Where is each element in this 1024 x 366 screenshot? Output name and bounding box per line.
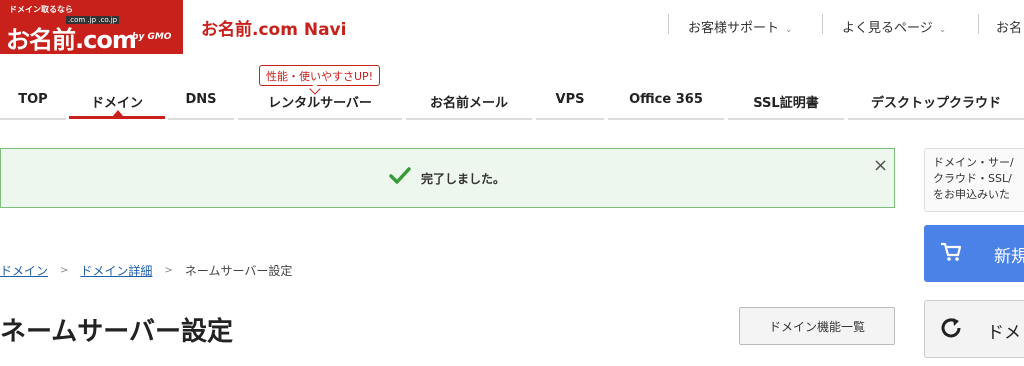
nav-underline	[0, 118, 66, 120]
header-link-label: よく見るページ	[842, 21, 933, 36]
nav-active-indicator	[69, 116, 165, 119]
nav-label: Office 365	[629, 92, 703, 107]
nav-underline	[168, 118, 234, 120]
nav-underline	[728, 118, 844, 120]
header-link-support[interactable]: お客様サポート ⌄	[688, 17, 793, 36]
nav-label: レンタルサーバー	[268, 96, 372, 111]
cart-icon	[941, 242, 962, 261]
refresh-icon	[941, 318, 961, 338]
page-title: ネームサーバー設定	[0, 317, 233, 347]
chevron-down-icon: ⌄	[938, 25, 947, 35]
breadcrumb-current: ネームサーバー設定	[184, 264, 293, 278]
logo-tagline: ドメイン取るなら	[9, 5, 73, 14]
nav-rental-server[interactable]: レンタルサーバー	[238, 84, 402, 120]
logo-by: by GMO	[132, 32, 172, 42]
sidebar-note-line: ドメイン・サー/	[933, 156, 1014, 169]
domain-functions-button[interactable]: ドメイン機能一覧	[739, 307, 895, 345]
alert-message: 完了しました。	[421, 172, 506, 186]
nav-underline	[536, 118, 604, 120]
header-divider	[822, 14, 823, 34]
logo-name: お名前.com	[6, 26, 137, 54]
nav-label: DNS	[185, 92, 217, 107]
nav-underline	[406, 118, 532, 120]
nav-vps[interactable]: VPS	[536, 84, 604, 120]
header-divider	[978, 14, 979, 34]
domain-renew-button[interactable]: ドメ	[924, 300, 1024, 358]
sidebar-note-line: をお申込みいた	[933, 188, 1010, 201]
sidebar-note-line: クラウド・SSL/	[933, 172, 1012, 185]
breadcrumb-link-domain[interactable]: ドメイン	[0, 262, 48, 279]
sidebar-note: ドメイン・サー/ クラウド・SSL/ をお申込みいた	[924, 148, 1024, 212]
breadcrumb: ドメイン > ドメイン詳細 > ネームサーバー設定	[0, 262, 292, 279]
new-order-label: 新規	[994, 247, 1024, 267]
nav-top[interactable]: TOP	[0, 84, 66, 120]
check-icon	[389, 167, 411, 184]
chevron-down-icon: ⌄	[785, 25, 793, 35]
nav-label: ドメイン	[90, 96, 143, 111]
new-order-button[interactable]: 新規	[924, 225, 1024, 282]
nav-label: SSL証明書	[753, 96, 819, 111]
app-title: お名前.com Navi	[201, 20, 347, 40]
header-link-label: お名	[996, 21, 1023, 36]
success-alert: 完了しました。 ×	[0, 148, 895, 208]
header-link-label: お客様サポート	[688, 21, 780, 36]
nav-underline	[238, 118, 402, 120]
domain-renew-label: ドメ	[987, 323, 1021, 343]
close-icon[interactable]: ×	[873, 155, 888, 176]
breadcrumb-separator: >	[60, 265, 69, 276]
nav-label: お名前メール	[429, 96, 508, 111]
nav-dns[interactable]: DNS	[168, 84, 234, 120]
header-divider	[668, 14, 669, 34]
nav-office365[interactable]: Office 365	[608, 84, 724, 120]
promo-badge: 性能・使いやすさUP!	[259, 65, 381, 86]
nav-desktop-cloud[interactable]: デスクトップクラウド	[848, 84, 1024, 120]
nav-ssl[interactable]: SSL証明書	[728, 84, 844, 120]
nav-label: TOP	[18, 92, 48, 107]
logo[interactable]: ドメイン取るなら .com .jp .co.jp お名前.com by GMO	[0, 0, 183, 54]
nav-underline	[848, 118, 1024, 120]
breadcrumb-separator: >	[164, 265, 173, 276]
nav-label: デスクトップクラウド	[870, 96, 1001, 111]
nav-label: VPS	[555, 92, 585, 107]
breadcrumb-link-domain-detail[interactable]: ドメイン詳細	[80, 262, 152, 279]
nav-mail[interactable]: お名前メール	[406, 84, 532, 120]
header-link-account[interactable]: お名	[996, 17, 1022, 36]
header-link-frequent[interactable]: よく見るページ ⌄	[842, 17, 946, 36]
nav-underline	[608, 118, 724, 120]
